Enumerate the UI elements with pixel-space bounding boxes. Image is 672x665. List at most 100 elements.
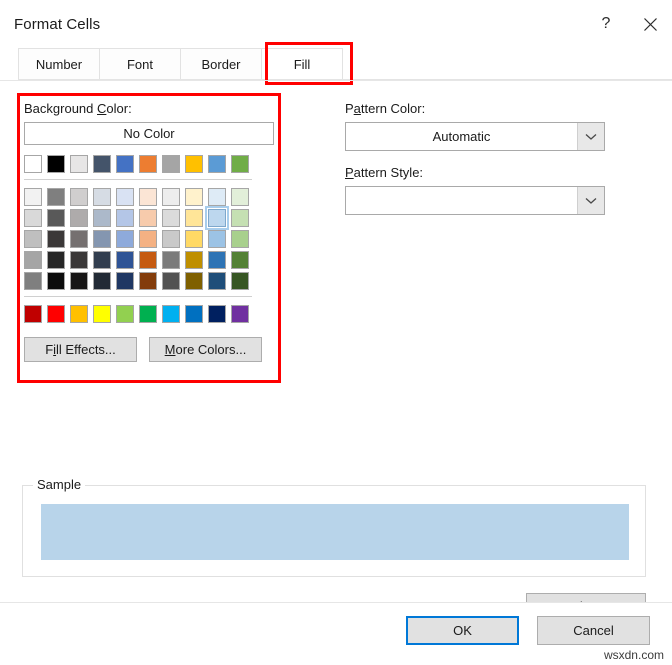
color-swatch-standard-top-8[interactable] [208, 155, 226, 173]
color-swatch-theme-0-3[interactable] [93, 188, 111, 206]
close-button[interactable] [628, 4, 672, 44]
color-swatch-theme-0-8[interactable] [208, 188, 226, 206]
fill-effects-button[interactable]: Fi ll Effects... [24, 337, 137, 362]
color-swatch-theme-1-1[interactable] [47, 209, 65, 227]
color-swatch-theme-4-1[interactable] [47, 272, 65, 290]
chevron-down-icon[interactable] [577, 123, 604, 150]
tab-border[interactable]: Border [180, 48, 262, 80]
color-swatch-theme-2-1[interactable] [47, 230, 65, 248]
color-swatch-standard-bottom-8[interactable] [208, 305, 226, 323]
color-swatch-theme-3-1[interactable] [47, 251, 65, 269]
color-swatch-standard-top-5[interactable] [139, 155, 157, 173]
color-swatch-theme-3-2[interactable] [70, 251, 88, 269]
color-swatch-standard-top-2[interactable] [70, 155, 88, 173]
dialog-footer: OK Cancel wsxdn.com [0, 602, 672, 665]
color-swatch-theme-3-4[interactable] [116, 251, 134, 269]
color-swatch-standard-top-1[interactable] [47, 155, 65, 173]
color-swatch-theme-2-9[interactable] [231, 230, 249, 248]
color-swatch-theme-4-7[interactable] [185, 272, 203, 290]
color-swatch-theme-4-4[interactable] [116, 272, 134, 290]
color-swatch-theme-4-5[interactable] [139, 272, 157, 290]
color-swatch-standard-bottom-7[interactable] [185, 305, 203, 323]
color-swatch-theme-2-2[interactable] [70, 230, 88, 248]
color-swatch-theme-2-7[interactable] [185, 230, 203, 248]
color-swatch-theme-4-8[interactable] [208, 272, 226, 290]
more-colors-button[interactable]: More Colors... [149, 337, 262, 362]
ok-button[interactable]: OK [406, 616, 519, 645]
color-swatch-theme-3-0[interactable] [24, 251, 42, 269]
pattern-color-dropdown[interactable]: Automatic [345, 122, 605, 151]
color-swatch-theme-1-0[interactable] [24, 209, 42, 227]
chevron-down-icon[interactable] [577, 187, 604, 214]
color-swatch-standard-bottom-0[interactable] [24, 305, 42, 323]
window-controls: ? [584, 0, 672, 48]
color-swatch-standard-bottom-3[interactable] [93, 305, 111, 323]
color-swatch-theme-1-9[interactable] [231, 209, 249, 227]
tab-fill[interactable]: Fill [261, 48, 343, 80]
color-swatch-theme-4-0[interactable] [24, 272, 42, 290]
color-swatch-theme-2-4[interactable] [116, 230, 134, 248]
color-swatch-theme-1-7[interactable] [185, 209, 203, 227]
color-swatch-theme-3-8[interactable] [208, 251, 226, 269]
color-swatch-theme-2-6[interactable] [162, 230, 180, 248]
tab-font[interactable]: Font [99, 48, 181, 80]
color-swatch-standard-bottom-5[interactable] [139, 305, 157, 323]
color-swatch-standard-top-0[interactable] [24, 155, 42, 173]
pattern-color-label: Pattern Color: [345, 101, 426, 116]
color-swatch-standard-top-3[interactable] [93, 155, 111, 173]
swatch-divider-bottom [24, 296, 252, 297]
footer-buttons: OK Cancel [406, 616, 650, 645]
tab-label: Font [126, 56, 153, 72]
no-color-button[interactable]: No Color [24, 122, 274, 145]
color-swatch-standard-bottom-4[interactable] [116, 305, 134, 323]
color-swatch-theme-1-3[interactable] [93, 209, 111, 227]
color-swatch-theme-0-7[interactable] [185, 188, 203, 206]
theme-swatch-row-1 [24, 206, 274, 230]
pattern-color-value: Automatic [432, 129, 491, 144]
color-swatch-theme-3-6[interactable] [162, 251, 180, 269]
color-swatch-theme-1-6[interactable] [162, 209, 180, 227]
cancel-button[interactable]: Cancel [537, 616, 650, 645]
close-icon [643, 17, 658, 32]
color-swatch-theme-2-3[interactable] [93, 230, 111, 248]
color-swatch-standard-bottom-6[interactable] [162, 305, 180, 323]
pattern-group: Pattern Color: Automatic Pattern Style: [345, 101, 605, 229]
color-swatch-theme-0-2[interactable] [70, 188, 88, 206]
color-swatch-standard-top-4[interactable] [116, 155, 134, 173]
color-swatch-standard-top-9[interactable] [231, 155, 249, 173]
color-swatch-theme-0-4[interactable] [116, 188, 134, 206]
color-swatch-standard-top-7[interactable] [185, 155, 203, 173]
color-swatch-theme-0-1[interactable] [47, 188, 65, 206]
color-swatch-theme-0-0[interactable] [24, 188, 42, 206]
tab-number[interactable]: Number [18, 48, 100, 80]
color-swatch-theme-0-5[interactable] [139, 188, 157, 206]
color-swatch-theme-2-5[interactable] [139, 230, 157, 248]
color-swatch-theme-3-7[interactable] [185, 251, 203, 269]
color-swatch-standard-bottom-1[interactable] [47, 305, 65, 323]
color-swatch-theme-4-2[interactable] [70, 272, 88, 290]
color-swatch-theme-3-3[interactable] [93, 251, 111, 269]
color-swatch-theme-3-5[interactable] [139, 251, 157, 269]
color-swatch-theme-1-4[interactable] [116, 209, 134, 227]
color-swatch-theme-4-3[interactable] [93, 272, 111, 290]
color-swatch-theme-2-0[interactable] [24, 230, 42, 248]
color-swatch-theme-1-5[interactable] [139, 209, 157, 227]
no-color-label: No Color [123, 126, 175, 141]
color-swatch-theme-1-2[interactable] [70, 209, 88, 227]
standard-top-swatch-row [24, 155, 274, 173]
color-swatch-theme-2-8[interactable] [208, 230, 226, 248]
tab-strip: Number Font Border Fill [18, 42, 672, 85]
color-swatch-theme-3-9[interactable] [231, 251, 249, 269]
pattern-style-value [346, 187, 577, 214]
theme-swatch-row-3 [24, 251, 274, 269]
color-swatch-standard-bottom-9[interactable] [231, 305, 249, 323]
color-swatch-theme-4-9[interactable] [231, 272, 249, 290]
color-swatch-theme-4-6[interactable] [162, 272, 180, 290]
color-swatch-selected[interactable] [205, 206, 229, 230]
color-swatch-standard-bottom-2[interactable] [70, 305, 88, 323]
color-swatch-theme-0-9[interactable] [231, 188, 249, 206]
pattern-style-dropdown[interactable] [345, 186, 605, 215]
color-swatch-standard-top-6[interactable] [162, 155, 180, 173]
help-button[interactable]: ? [584, 4, 628, 44]
color-swatch-theme-0-6[interactable] [162, 188, 180, 206]
